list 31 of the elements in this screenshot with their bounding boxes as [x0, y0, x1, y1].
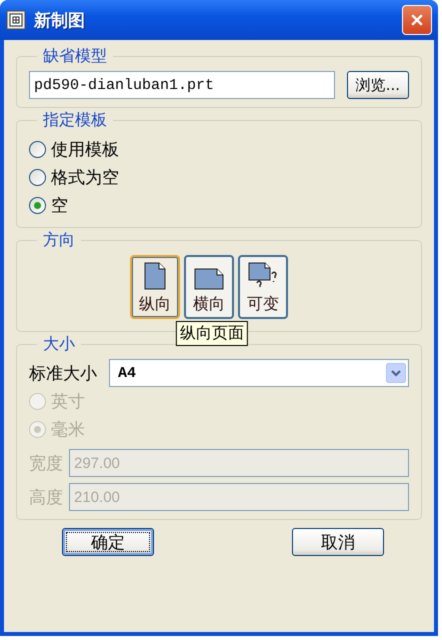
radio-label: 使用模板 — [51, 138, 119, 160]
dialog-button[interactable]: 确定 — [62, 528, 154, 556]
portrait-page-icon — [144, 262, 166, 290]
radio-label: 英寸 — [51, 390, 85, 412]
field-label: 高度 — [29, 486, 63, 508]
window-icon — [6, 10, 26, 30]
orientation-button[interactable]: 可变 — [238, 255, 288, 319]
radio-button[interactable] — [29, 140, 46, 158]
group-title: 方向 — [42, 230, 76, 251]
size-label: 标准大小 — [29, 362, 97, 384]
model-field[interactable]: pd590-dianluban1.prt — [29, 71, 335, 99]
close-button[interactable] — [402, 5, 432, 35]
window-title: 新制图 — [34, 10, 86, 32]
radio-label: 格式为空 — [51, 166, 119, 188]
variable-page-icon — [248, 262, 278, 290]
radio-label: 空 — [51, 194, 68, 216]
radio-button[interactable] — [29, 168, 46, 186]
orientation-button[interactable]: 纵向 — [130, 255, 180, 319]
field-label: 宽度 — [29, 452, 63, 474]
radio-button[interactable] — [29, 196, 46, 214]
size-dropdown[interactable]: A4 — [109, 359, 409, 387]
dialog-button[interactable]: 取消 — [292, 528, 384, 556]
tooltip: 纵向页面 — [176, 321, 248, 346]
group-title: 大小 — [42, 334, 76, 355]
browse-button[interactable]: 浏览... — [346, 71, 409, 99]
orientation-button[interactable]: 横向 — [184, 255, 234, 319]
radio-label: 毫米 — [51, 418, 85, 440]
group-title: 缺省模型 — [42, 46, 108, 67]
group-title: 指定模板 — [42, 110, 108, 131]
close-icon — [409, 12, 425, 28]
landscape-page-icon — [194, 268, 224, 290]
